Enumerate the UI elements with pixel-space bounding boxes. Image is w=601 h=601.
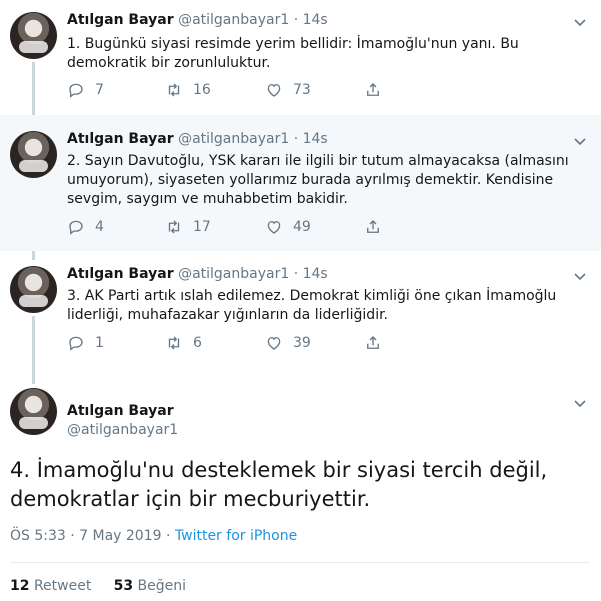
share-icon — [367, 83, 379, 96]
reply-count: 1 — [95, 335, 104, 351]
author-handle[interactable]: @atilganbayar1 — [178, 266, 289, 282]
reply-icon — [69, 220, 83, 235]
like-total: 53 — [113, 578, 134, 594]
retweet-stat-label: Retweet — [33, 578, 92, 594]
source-link[interactable]: Twitter for iPhone — [175, 528, 297, 544]
chevron-down-icon[interactable] — [573, 396, 587, 410]
like-count: 39 — [293, 335, 311, 351]
share-button[interactable] — [364, 81, 392, 99]
thread-tweet[interactable]: Atılgan Bayar @atilganbayar1 · 14s 1. Bu… — [0, 0, 601, 115]
chevron-down-icon[interactable] — [573, 15, 587, 29]
tweet-text: 2. Sayın Davutoğlu, YSK kararı ile ilgil… — [67, 153, 569, 207]
chevron-down-icon[interactable] — [573, 134, 587, 148]
divider — [10, 562, 590, 563]
like-icon — [267, 84, 281, 97]
engagement-stats: 12 Retweet 53 Beğeni — [10, 578, 186, 594]
avatar[interactable] — [10, 131, 57, 178]
retweet-count: 17 — [193, 219, 211, 235]
like-stat-label: Beğeni — [137, 578, 186, 594]
like-icon — [267, 337, 281, 350]
author-name[interactable]: Atılgan Bayar — [67, 131, 174, 147]
tweet-text: 1. Bugünkü siyasi resimde yerim bellidir… — [67, 36, 519, 71]
author-handle[interactable]: @atilganbayar1 — [178, 12, 289, 28]
retweet-button[interactable]: 6 — [165, 334, 202, 352]
tweet-meta: ÖS 5:33 · 7 May 2019 · Twitter for iPhon… — [10, 528, 297, 544]
author-name[interactable]: Atılgan Bayar — [67, 266, 174, 282]
retweet-button[interactable]: 16 — [165, 81, 211, 99]
retweet-total: 12 — [10, 578, 30, 594]
retweet-count: 16 — [193, 82, 211, 98]
share-button[interactable] — [364, 218, 392, 236]
separator-dot: · — [293, 266, 299, 282]
like-button[interactable]: 39 — [265, 334, 311, 352]
thread-tweet[interactable]: Atılgan Bayar @atilganbayar1 · 14s 3. AK… — [0, 251, 601, 376]
tweet-time[interactable]: 14s — [303, 12, 328, 28]
separator-dot: · — [293, 131, 299, 147]
like-button[interactable]: 49 — [265, 218, 311, 236]
avatar[interactable] — [10, 12, 57, 59]
like-stat[interactable]: 53 Beğeni — [114, 578, 186, 594]
reply-icon — [69, 336, 83, 351]
like-count: 49 — [293, 219, 311, 235]
reply-count: 7 — [95, 82, 104, 98]
tweet-header: Atılgan Bayar @atilganbayar1 · 14s — [67, 12, 328, 28]
avatar[interactable] — [10, 388, 57, 435]
reply-icon — [69, 83, 83, 98]
tweet-time[interactable]: 14s — [303, 266, 328, 282]
share-button[interactable] — [364, 334, 392, 352]
main-tweet-text: 4. İmamoğlu'nu desteklemek bir siyasi te… — [10, 458, 548, 511]
retweet-stat[interactable]: 12 Retweet — [10, 578, 91, 594]
reply-button[interactable]: 7 — [67, 81, 104, 99]
reply-count: 4 — [95, 219, 104, 235]
like-button[interactable]: 73 — [265, 81, 311, 99]
share-icon — [367, 220, 379, 233]
share-icon — [367, 336, 379, 349]
retweet-button[interactable]: 17 — [165, 218, 211, 236]
retweet-icon — [168, 336, 180, 350]
tweet-thread: Atılgan Bayar @atilganbayar1 · 14s 1. Bu… — [0, 0, 601, 601]
reply-button[interactable]: 1 — [67, 334, 104, 352]
separator-dot: · — [293, 12, 299, 28]
like-count: 73 — [293, 82, 311, 98]
tweet-header: Atılgan Bayar @atilganbayar1 · 14s — [67, 266, 328, 282]
thread-tweet[interactable]: Atılgan Bayar @atilganbayar1 · 14s 2. Sa… — [0, 115, 601, 251]
retweet-icon — [168, 83, 180, 97]
timestamp[interactable]: ÖS 5:33 · 7 May 2019 · — [10, 528, 170, 544]
retweet-count: 6 — [193, 335, 202, 351]
tweet-text: 3. AK Parti artık ıslah edilemez. Demokr… — [67, 288, 557, 323]
author-name[interactable]: Atılgan Bayar — [67, 12, 174, 28]
author-handle[interactable]: @atilganbayar1 — [178, 131, 289, 147]
author-name[interactable]: Atılgan Bayar — [67, 403, 174, 419]
avatar[interactable] — [10, 266, 57, 313]
like-icon — [267, 221, 281, 234]
tweet-header: Atılgan Bayar @atilganbayar1 · 14s — [67, 131, 328, 147]
author-handle[interactable]: @atilganbayar1 — [67, 422, 178, 438]
chevron-down-icon[interactable] — [573, 269, 587, 283]
reply-button[interactable]: 4 — [67, 218, 104, 236]
retweet-icon — [168, 220, 180, 234]
tweet-time[interactable]: 14s — [303, 131, 328, 147]
